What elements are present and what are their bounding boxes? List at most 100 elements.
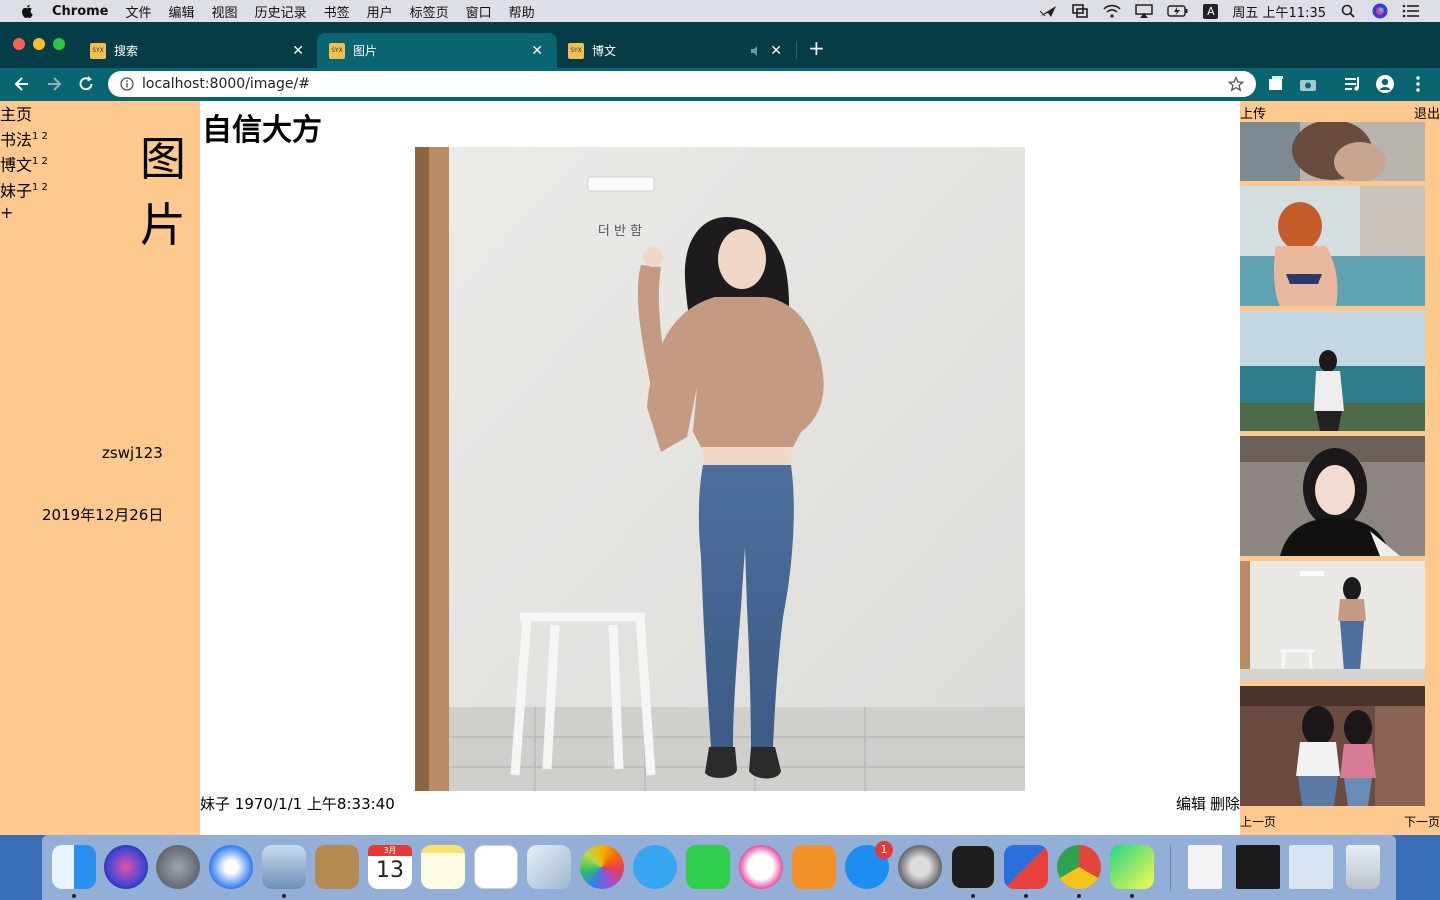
calendar-icon[interactable]: 3月 13: [368, 845, 412, 889]
apple-icon[interactable]: [20, 4, 34, 18]
thumbnail-image[interactable]: [1240, 436, 1425, 556]
prev-page-button[interactable]: 上一页: [1240, 813, 1276, 830]
extension-icon[interactable]: [1266, 74, 1286, 94]
calendar-day: 13: [376, 858, 404, 883]
next-page-button[interactable]: 下一页: [1404, 813, 1440, 830]
add-category-button[interactable]: +: [0, 202, 48, 224]
close-tab-icon[interactable]: ✕: [292, 43, 304, 59]
chrome-icon[interactable]: [1057, 845, 1101, 889]
site-favicon-icon: SYX: [568, 42, 584, 59]
bookmark-star-icon[interactable]: [1228, 76, 1244, 92]
thumbnail-image[interactable]: [1240, 561, 1425, 681]
window-stack-icon[interactable]: [1236, 845, 1280, 889]
launchpad-icon[interactable]: [156, 845, 200, 889]
close-tab-icon[interactable]: ✕: [531, 43, 543, 59]
menu-bookmarks[interactable]: 书签: [324, 2, 350, 21]
page-links[interactable]: 1 2: [32, 182, 48, 193]
trash-icon[interactable]: [1346, 845, 1380, 889]
notes-icon[interactable]: [421, 845, 465, 889]
minimize-window-button[interactable]: [33, 38, 45, 50]
wifi-icon[interactable]: [1103, 4, 1121, 18]
mail-preview-icon[interactable]: [262, 845, 306, 889]
input-method-icon[interactable]: A: [1203, 3, 1219, 19]
pycharm-icon[interactable]: [1110, 845, 1154, 889]
reminders-icon[interactable]: [474, 845, 518, 889]
close-tab-icon[interactable]: ✕: [770, 43, 782, 59]
upload-button[interactable]: 上传: [1240, 103, 1266, 122]
terminal-icon[interactable]: [951, 845, 995, 889]
info-icon[interactable]: [120, 77, 134, 91]
screen-share-icon[interactable]: [1004, 845, 1048, 889]
system-preferences-icon[interactable]: [898, 845, 942, 889]
music-icon[interactable]: [739, 845, 783, 889]
page-links[interactable]: 1 2: [32, 156, 48, 167]
menu-people[interactable]: 用户: [367, 2, 393, 21]
back-arrow-icon[interactable]: [12, 74, 32, 94]
thumbnail-image[interactable]: [1240, 122, 1425, 181]
dock: 3月 13 1: [42, 835, 1396, 900]
reload-icon[interactable]: [76, 74, 96, 94]
close-window-button[interactable]: [13, 38, 25, 50]
profile-avatar-icon[interactable]: [1375, 74, 1395, 94]
tab-blog[interactable]: SYX 博文 ✕: [556, 33, 796, 68]
menu-edit[interactable]: 编辑: [169, 2, 195, 21]
nav-label: 书法: [0, 130, 33, 150]
finder-icon[interactable]: [52, 845, 96, 889]
forward-arrow-icon[interactable]: [44, 74, 64, 94]
document-icon[interactable]: [1188, 845, 1222, 889]
nav-girls[interactable]: 妹子1 2: [0, 177, 48, 202]
menu-tab[interactable]: 标签页: [410, 2, 449, 21]
speaker-icon[interactable]: [750, 45, 762, 57]
thumbnail-image[interactable]: [1240, 686, 1425, 806]
tab-label: 博文: [592, 44, 617, 58]
nav-blog[interactable]: 博文1 2: [0, 151, 48, 176]
window-stack-icon[interactable]: [1289, 845, 1333, 889]
facetime-icon[interactable]: [686, 845, 730, 889]
thumbnail-image[interactable]: [1240, 311, 1425, 431]
edit-button[interactable]: 编辑: [1176, 793, 1206, 814]
thumbnail-list: [1240, 122, 1425, 811]
books-icon[interactable]: [792, 845, 836, 889]
tab-label: 搜索: [114, 44, 139, 58]
main-content: 自信大方 더 반 함 妹子 1970/1/1 上午8:33:40 编辑 删除: [200, 101, 1240, 835]
menu-window[interactable]: 窗口: [466, 2, 492, 21]
safari-icon[interactable]: [209, 845, 253, 889]
zoom-window-button[interactable]: [53, 38, 65, 50]
spotlight-search-icon[interactable]: [1340, 4, 1358, 18]
notification-center-icon[interactable]: [1402, 4, 1420, 18]
tab-search[interactable]: SYX 搜索 ✕: [78, 33, 318, 68]
page-links[interactable]: 1 2: [32, 131, 48, 142]
menu-file[interactable]: 文件: [126, 2, 152, 21]
tab-label: 图片: [353, 44, 378, 58]
airplay-icon[interactable]: [1135, 4, 1154, 18]
app-store-icon[interactable]: 1: [845, 841, 893, 889]
logout-button[interactable]: 退出: [1414, 103, 1440, 122]
nav-home[interactable]: 主页: [0, 104, 48, 126]
tab-images[interactable]: SYX 图片 ✕: [317, 33, 557, 68]
media-queue-icon[interactable]: [1343, 74, 1363, 94]
menu-view[interactable]: 视图: [212, 2, 238, 21]
more-menu-icon[interactable]: [1408, 74, 1428, 94]
address-bar[interactable]: localhost:8000/image/#: [108, 71, 1256, 97]
window-icon[interactable]: [1071, 4, 1089, 18]
menu-clock[interactable]: 周五 上午11:35: [1232, 2, 1326, 21]
menu-history[interactable]: 历史记录: [255, 2, 307, 21]
siri-icon[interactable]: [1372, 3, 1388, 19]
photo-viewer-icon[interactable]: [527, 845, 571, 889]
contacts-icon[interactable]: [315, 845, 359, 889]
nav-calligraphy[interactable]: 书法1 2: [0, 126, 48, 151]
send-icon[interactable]: [1039, 4, 1057, 18]
running-indicator: [1077, 894, 1081, 898]
menu-help[interactable]: 帮助: [509, 2, 535, 21]
url-text[interactable]: localhost:8000/image/#: [142, 76, 310, 92]
new-tab-button[interactable]: +: [808, 36, 825, 60]
battery-icon[interactable]: [1167, 4, 1189, 18]
main-photo[interactable]: 더 반 함: [415, 147, 1025, 791]
messages-icon[interactable]: [633, 845, 677, 889]
photos-icon[interactable]: [580, 845, 624, 889]
siri-icon[interactable]: [104, 845, 148, 889]
thumbnail-image[interactable]: [1240, 186, 1425, 306]
camera-icon[interactable]: [1298, 74, 1318, 94]
delete-button[interactable]: 删除: [1210, 793, 1240, 814]
menu-app-name[interactable]: Chrome: [52, 4, 109, 19]
